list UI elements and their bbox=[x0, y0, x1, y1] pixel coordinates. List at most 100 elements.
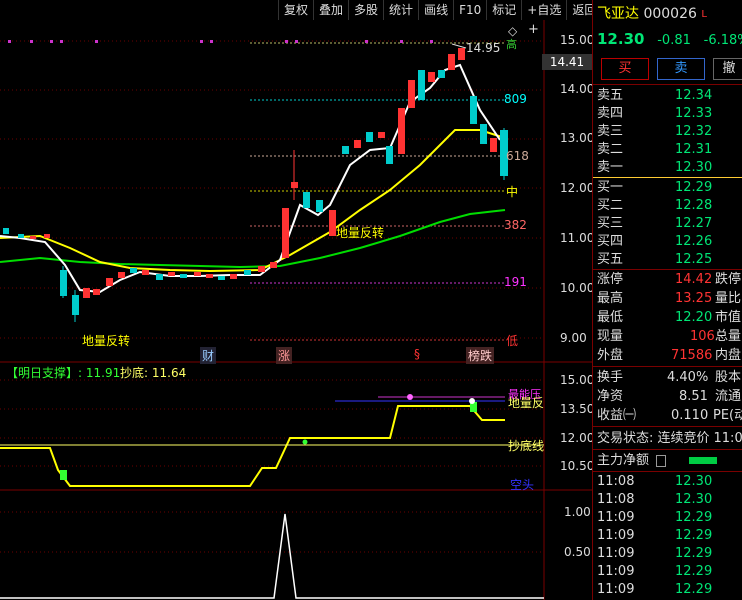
restore-rights-button[interactable]: 复权 bbox=[278, 0, 313, 20]
stat-value: 14.42 bbox=[675, 272, 713, 287]
tick-row: 11:09 12.29 bbox=[597, 563, 712, 580]
tick-price: 12.30 bbox=[675, 492, 713, 507]
fund-row: 换手 4.40% 股本 bbox=[597, 369, 741, 386]
event-tag-section[interactable]: § bbox=[414, 347, 420, 361]
ask-label: 卖四 bbox=[597, 106, 624, 121]
stat-label-2: 跌停 bbox=[715, 272, 742, 287]
trade-status-text: 交易状态: 连续竞价 bbox=[597, 431, 710, 446]
price-axis-tick: 9.00 bbox=[560, 331, 587, 345]
fund-label-2: PE(动 bbox=[713, 408, 742, 423]
fib-label-low: 低 bbox=[506, 334, 519, 348]
indicator1-axis-tick: 15.00 bbox=[560, 373, 595, 387]
event-tag-list[interactable]: 榜跌 bbox=[466, 347, 495, 364]
tick-time: 11:08 bbox=[597, 474, 635, 489]
event-tag-finance[interactable]: 财 bbox=[200, 347, 217, 364]
add-watchlist-button[interactable]: +自选 bbox=[521, 0, 566, 20]
bid-price: 12.26 bbox=[675, 234, 713, 249]
price-axis-tick: 11.00 bbox=[560, 231, 595, 245]
bid-price: 12.27 bbox=[675, 216, 713, 231]
withdraw-button[interactable]: 撤 bbox=[713, 58, 742, 80]
ask-row[interactable]: 卖四 12.33 bbox=[597, 105, 712, 122]
sell-button[interactable]: 卖 bbox=[657, 58, 705, 80]
trade-status-time: 11:0 bbox=[713, 431, 742, 446]
reversal-line-label: 地量反 bbox=[508, 396, 545, 410]
bid-label: 买四 bbox=[597, 234, 624, 249]
stat-row: 最低 12.20 市值 bbox=[597, 309, 741, 326]
event-tag-rise[interactable]: 涨 bbox=[276, 347, 293, 364]
high-price-marker: 14.95 bbox=[466, 41, 501, 55]
tick-time: 11:09 bbox=[597, 528, 635, 543]
empty-head-label: 空头 bbox=[510, 478, 535, 492]
main-flow-bar bbox=[689, 457, 717, 464]
stock-code: 000026 bbox=[643, 6, 697, 22]
buy-button[interactable]: 买 bbox=[601, 58, 649, 80]
fund-label-2: 流通 bbox=[715, 389, 742, 404]
trade-status: 交易状态: 连续竞价 11:0 bbox=[597, 430, 742, 447]
bid-row[interactable]: 买二 12.28 bbox=[597, 197, 712, 214]
tick-row: 11:08 12.30 bbox=[597, 491, 712, 508]
ask-row[interactable]: 卖一 12.30 bbox=[597, 159, 712, 176]
stat-label-2: 内盘 bbox=[715, 348, 742, 363]
stat-row: 现量 106 总量 bbox=[597, 328, 741, 345]
ask-row[interactable]: 卖三 12.32 bbox=[597, 123, 712, 140]
bid-row[interactable]: 买三 12.27 bbox=[597, 215, 712, 232]
bid-row[interactable]: 买一 12.29 bbox=[597, 179, 712, 196]
tick-row: 11:09 12.29 bbox=[597, 527, 712, 544]
fib-label-top: 高 bbox=[506, 38, 517, 51]
mark-button[interactable]: 标记 bbox=[486, 0, 521, 20]
stat-row: 涨停 14.42 跌停 bbox=[597, 271, 741, 288]
bid-row[interactable]: 买五 12.25 bbox=[597, 251, 712, 268]
ask-label: 卖三 bbox=[597, 124, 624, 139]
stat-label-2: 量比 bbox=[715, 291, 742, 306]
bid-row[interactable]: 买四 12.26 bbox=[597, 233, 712, 250]
ask-row[interactable]: 卖二 12.31 bbox=[597, 141, 712, 158]
stat-value: 106 bbox=[690, 329, 715, 344]
main-chart-canvas[interactable] bbox=[0, 0, 592, 600]
fib-label-618: 618 bbox=[506, 149, 529, 163]
stat-label: 现量 bbox=[597, 329, 624, 344]
ask-row[interactable]: 卖五 12.34 bbox=[597, 87, 712, 104]
reversal-annotation: 地量反转 bbox=[336, 226, 385, 240]
flow-toggle-icon[interactable] bbox=[656, 454, 667, 467]
price-change-pct: -6.18% bbox=[703, 33, 742, 48]
tick-row: 11:09 12.29 bbox=[597, 509, 712, 526]
statistics-button[interactable]: 统计 bbox=[383, 0, 418, 20]
bid-price: 12.28 bbox=[675, 198, 713, 213]
ask-label: 卖二 bbox=[597, 142, 624, 157]
fund-label: 收益㈠ bbox=[597, 408, 637, 423]
ask-label: 卖五 bbox=[597, 88, 624, 103]
tick-time: 11:09 bbox=[597, 510, 635, 525]
indicator1-axis-tick: 10.50 bbox=[560, 459, 595, 473]
fund-row: 净资 8.51 流通 bbox=[597, 388, 741, 405]
overlay-button[interactable]: 叠加 bbox=[313, 0, 348, 20]
stat-value: 12.20 bbox=[675, 310, 713, 325]
stat-label: 最高 bbox=[597, 291, 624, 306]
price-axis-tick: 12.00 bbox=[560, 181, 595, 195]
quote-panel: 飞亚达 000026 L 12.30 -0.81 -6.18% 买 卖 撤 卖五… bbox=[592, 0, 742, 600]
f10-button[interactable]: F10 bbox=[453, 0, 486, 20]
draw-line-button[interactable]: 画线 bbox=[418, 0, 453, 20]
plus-icon[interactable]: + bbox=[528, 22, 539, 37]
bid-label: 买五 bbox=[597, 252, 624, 267]
multi-stock-button[interactable]: 多股 bbox=[348, 0, 383, 20]
tick-price: 12.29 bbox=[675, 528, 713, 543]
tick-time: 11:09 bbox=[597, 582, 635, 597]
price-line: 12.30 -0.81 -6.18% bbox=[597, 31, 742, 49]
tick-row: 11:08 12.30 bbox=[597, 473, 712, 490]
stat-label: 最低 bbox=[597, 310, 624, 325]
fund-label: 换手 bbox=[597, 370, 624, 385]
indicator2-axis-tick: 0.50 bbox=[564, 545, 591, 559]
support-label: 【明日支撑】: 11.91 bbox=[6, 366, 121, 380]
fib-label-382: 382 bbox=[504, 218, 527, 232]
stat-label: 外盘 bbox=[597, 348, 624, 363]
stat-label-2: 市值 bbox=[715, 310, 742, 325]
tick-price: 12.29 bbox=[675, 546, 713, 561]
main-flow-row[interactable]: 主力净额 bbox=[597, 452, 717, 469]
fib-label-809: 809 bbox=[504, 92, 527, 106]
chart-toolbar: 复权 叠加 多股 统计 画线 F10 标记 +自选 返回 bbox=[278, 0, 596, 20]
bid-label: 买一 bbox=[597, 180, 624, 195]
bid-label: 买三 bbox=[597, 216, 624, 231]
main-flow-label: 主力净额 bbox=[597, 453, 650, 468]
ask-price: 12.34 bbox=[675, 88, 713, 103]
price-axis-tick: 13.00 bbox=[560, 131, 595, 145]
